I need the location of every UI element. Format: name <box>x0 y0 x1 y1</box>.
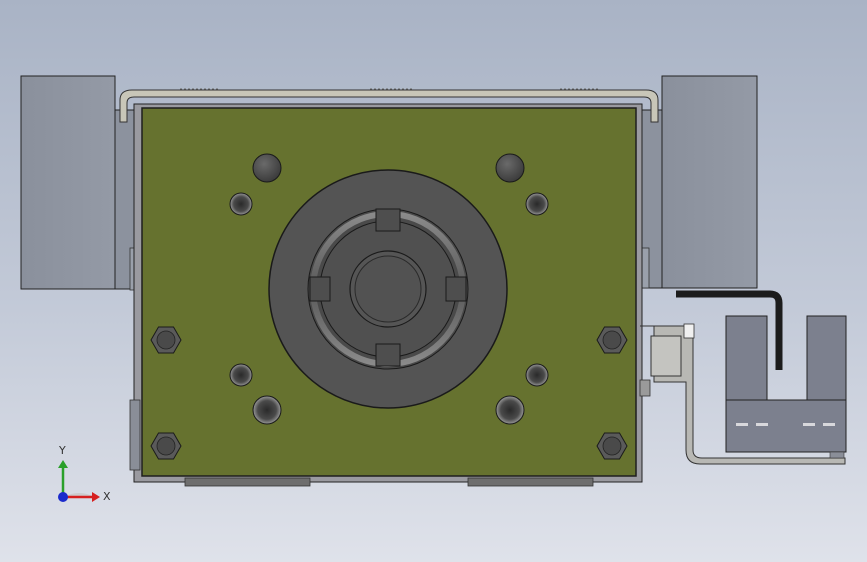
triad-x-label: X <box>103 490 111 503</box>
cad-viewport[interactable]: X Y <box>0 0 867 562</box>
slot-sensor <box>725 315 847 459</box>
triad-y-label: Y <box>58 444 66 457</box>
coordinate-triad[interactable]: X Y <box>58 444 111 503</box>
hole <box>252 153 282 183</box>
central-boss <box>268 169 508 409</box>
hole <box>495 153 525 183</box>
